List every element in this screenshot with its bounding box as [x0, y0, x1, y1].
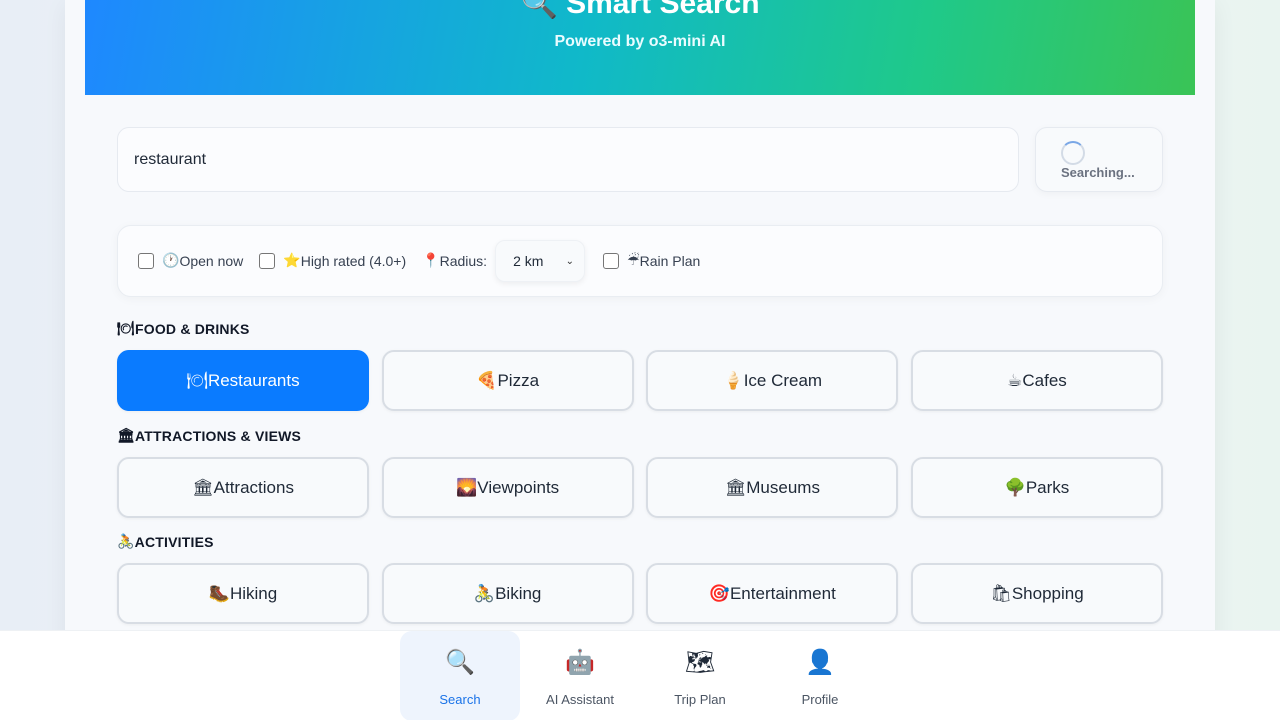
category-restaurants-button[interactable]: 🍽 Restaurants [117, 350, 369, 411]
tree-icon: 🌳 [1004, 477, 1026, 498]
category-label: Hiking [229, 583, 278, 603]
open-now-checkbox[interactable] [138, 253, 154, 269]
robot-icon: 🤖 [565, 648, 595, 676]
category-biking-button[interactable]: 🚴 Biking [381, 563, 634, 624]
category-pizza-button[interactable]: 🍕 Pizza [381, 350, 634, 411]
pin-icon: 📍 [422, 253, 440, 269]
category-grid-activities: 🥾 Hiking 🚴 Biking 🎯 Entertainment 🛍 Shop… [117, 563, 1163, 625]
category-shopping-button[interactable]: 🛍 Shopping [910, 563, 1163, 624]
search-button[interactable]: Searching... [1035, 127, 1163, 192]
category-museums-button[interactable]: 🏛 Museums [646, 457, 899, 518]
category-parks-button[interactable]: 🌳 Parks [910, 457, 1163, 518]
hero-banner: 🔍 Smart Search Powered by o3-mini AI [85, 0, 1195, 95]
section-title-activities: 🚴 ACTIVITIES [117, 534, 214, 550]
category-hiking-button[interactable]: 🥾 Hiking [117, 563, 369, 624]
chevron-down-icon: ⌄ [565, 255, 575, 267]
museum-icon: 🏛 [724, 477, 747, 498]
loading-spinner-icon [1061, 141, 1085, 165]
category-attractions-button[interactable]: 🏛 Attractions [117, 457, 369, 518]
search-icon: 🔍 [445, 648, 475, 676]
category-cafes-button[interactable]: ☕ Cafes [910, 350, 1163, 411]
dining-icon: 🍽 [186, 370, 208, 391]
filter-high-rated[interactable]: ⭐ High rated (4.0+) [259, 253, 406, 269]
user-icon: 👤 [805, 648, 835, 676]
ice-cream-icon: 🍦 [722, 370, 744, 391]
category-viewpoints-button[interactable]: 🌄 Viewpoints [381, 457, 634, 518]
category-entertainment-button[interactable]: 🎯 Entertainment [646, 563, 899, 624]
landmark-icon: 🏛 [117, 428, 135, 444]
radius-select[interactable]: 2 km ⌄ [495, 240, 586, 282]
category-label: Viewpoints [477, 477, 560, 497]
coffee-icon: ☕ [1007, 370, 1023, 391]
page-subtitle: Powered by o3-mini AI [554, 33, 726, 50]
radius-label: Radius: [439, 253, 488, 269]
category-grid-food: 🍽 Restaurants 🍕 Pizza 🍦 Ice Cream ☕ Cafe… [117, 350, 1163, 412]
target-icon: 🎯 [708, 583, 730, 604]
category-label: Cafes [1022, 370, 1067, 390]
radius-selected-value: 2 km [513, 253, 544, 269]
category-label: Ice Cream [743, 370, 823, 390]
section-label: ATTRACTIONS & VIEWS [134, 428, 302, 444]
section-title-attractions: 🏛 ATTRACTIONS & VIEWS [117, 428, 301, 444]
category-label: Entertainment [729, 583, 836, 603]
dining-icon: 🍽 [117, 321, 135, 337]
nav-label: Search [439, 692, 481, 707]
nav-item-trip-plan[interactable]: 🗺 Trip Plan [640, 631, 760, 720]
umbrella-icon: ☔ [627, 253, 640, 269]
category-ice-cream-button[interactable]: 🍦 Ice Cream [646, 350, 899, 411]
nav-label: Profile [801, 692, 839, 707]
category-label: Pizza [497, 370, 540, 390]
high-rated-checkbox[interactable] [259, 253, 276, 269]
high-rated-label: High rated (4.0+) [300, 253, 407, 269]
category-label: Biking [495, 583, 542, 603]
sunrise-mountain-icon: 🌄 [456, 477, 478, 498]
cyclist-icon: 🚴 [117, 534, 135, 550]
filter-rain-plan[interactable]: ☔ Rain Plan [603, 253, 700, 269]
star-icon: ⭐ [283, 253, 301, 269]
bottom-nav: 🔍 Search 🤖 AI Assistant 🗺 Trip Plan 👤 Pr… [0, 630, 1280, 720]
nav-label: AI Assistant [546, 692, 614, 707]
nav-label: Trip Plan [674, 692, 726, 707]
nav-item-search[interactable]: 🔍 Search [400, 631, 520, 720]
category-grid-attractions: 🏛 Attractions 🌄 Viewpoints 🏛 Museums 🌳 P… [117, 457, 1163, 519]
category-label: Restaurants [207, 370, 300, 390]
category-label: Shopping [1011, 583, 1084, 603]
page-title: 🔍 Smart Search [520, 0, 760, 20]
section-label: FOOD & DRINKS [134, 321, 250, 337]
open-now-label: Open now [179, 253, 244, 269]
app-shell: 🔍 Smart Search Powered by o3-mini AI Sea… [65, 0, 1215, 688]
hiking-boot-icon: 🥾 [208, 583, 230, 604]
shopping-bag-icon: 🛍 [990, 583, 1012, 604]
section-label: ACTIVITIES [134, 534, 214, 550]
filter-open-now[interactable]: 🕐 Open now [138, 253, 243, 269]
rain-plan-checkbox[interactable] [603, 253, 620, 269]
filter-bar: 🕐 Open now ⭐ High rated (4.0+) 📍 Radius:… [117, 225, 1163, 297]
map-icon: 🗺 [684, 648, 716, 676]
filter-radius: 📍 Radius: [422, 253, 487, 269]
nav-item-profile[interactable]: 👤 Profile [760, 631, 880, 720]
bike-icon: 🚴 [473, 583, 496, 604]
search-input[interactable] [117, 127, 1019, 192]
landmark-icon: 🏛 [192, 477, 214, 498]
section-title-food: 🍽 FOOD & DRINKS [117, 321, 250, 337]
category-label: Museums [746, 477, 820, 497]
pizza-icon: 🍕 [476, 370, 498, 391]
clock-icon: 🕐 [162, 253, 180, 269]
search-button-label: Searching... [1061, 165, 1135, 180]
category-label: Attractions [213, 477, 294, 497]
rain-plan-label: Rain Plan [639, 253, 701, 269]
nav-item-ai-assistant[interactable]: 🤖 AI Assistant [520, 631, 640, 720]
category-label: Parks [1025, 477, 1070, 497]
